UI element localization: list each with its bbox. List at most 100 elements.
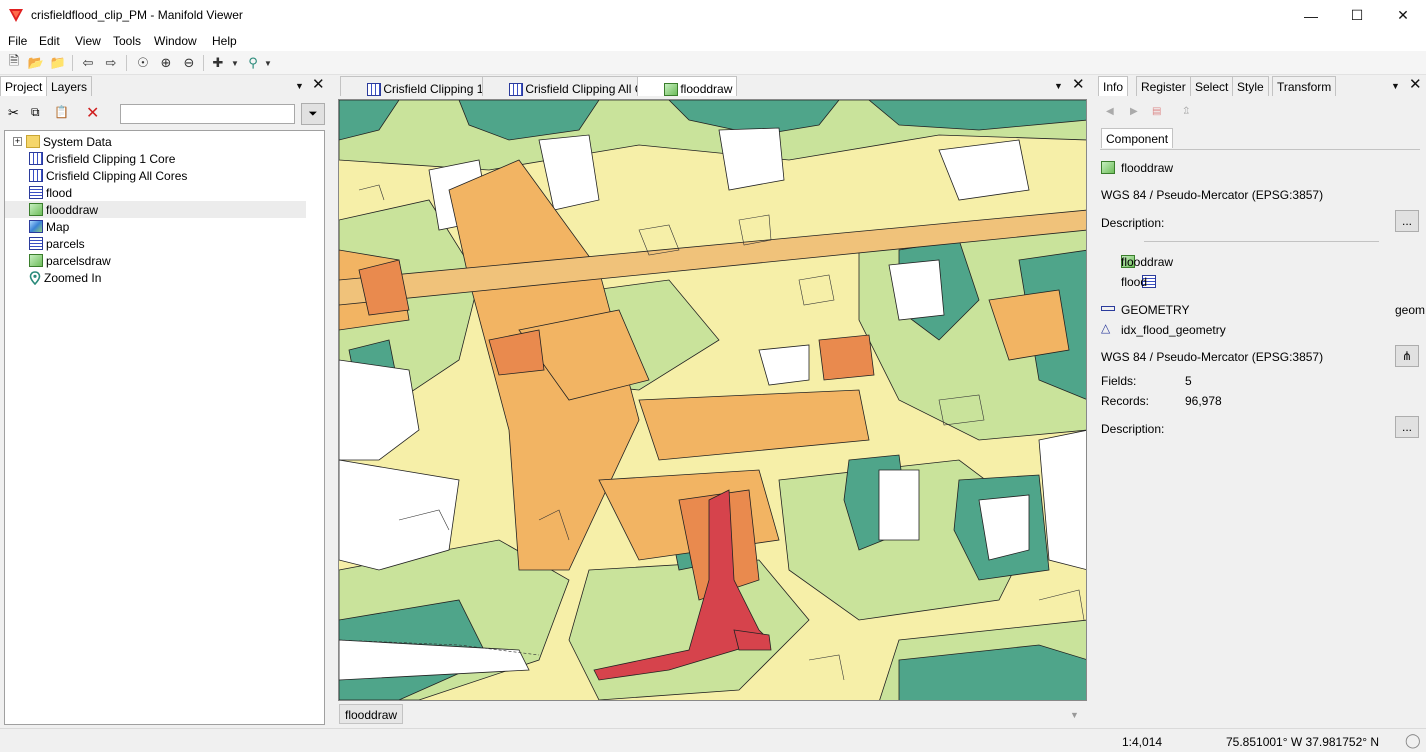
panel-menu-chevron-icon[interactable]: ▼: [295, 81, 304, 91]
tree-item-flood[interactable]: flood: [5, 184, 306, 201]
tab-style[interactable]: Style: [1232, 76, 1269, 96]
cursor-coordinates: 75.851001° W 37.981752° N: [1226, 735, 1380, 749]
tab-flooddraw[interactable]: flooddraw: [637, 76, 738, 96]
divider: [1144, 241, 1379, 242]
menu-window[interactable]: Window: [154, 34, 197, 48]
maximize-button[interactable]: ☐: [1334, 0, 1380, 31]
tab-layers[interactable]: Layers: [46, 76, 93, 96]
expand-icon[interactable]: +: [13, 137, 22, 146]
tree-item-parcelsdraw[interactable]: parcelsdraw: [5, 252, 306, 269]
zoom-out-icon[interactable]: ⊖: [180, 54, 198, 72]
subtab-component[interactable]: Component: [1101, 128, 1174, 148]
paste-icon[interactable]: 📋: [54, 105, 70, 123]
next-record-icon[interactable]: ▶: [1130, 106, 1138, 117]
add-icon[interactable]: ✚: [209, 54, 227, 72]
description2-edit-button[interactable]: ...: [1395, 416, 1419, 438]
status-bar: 1:4,014 75.851001° W 37.981752° N ◯: [0, 728, 1426, 752]
project-panel: Project Layers ▼ ✕ ✂ ⧉ 📋 ✕ ⏷ + System Da…: [0, 75, 333, 727]
fields-value: 5: [1185, 374, 1192, 388]
records-value: 96,978: [1185, 394, 1222, 408]
tree-item-parcels[interactable]: parcels: [5, 235, 306, 252]
layer-tab-flooddraw[interactable]: flooddraw: [339, 704, 404, 724]
menu-view[interactable]: View: [75, 34, 101, 48]
open-folder-icon[interactable]: 📂: [27, 54, 45, 72]
link-icon[interactable]: ⇬: [1182, 106, 1190, 117]
document-tabs: Crisfield Clipping 1 Core Crisfield Clip…: [337, 75, 1089, 97]
geometry-field-name: GEOMETRY: [1121, 303, 1190, 317]
tab-project[interactable]: Project: [0, 76, 48, 96]
tree-item-zoomed-in[interactable]: Zoomed In: [5, 269, 306, 286]
close-window-button[interactable]: ✕: [1380, 0, 1426, 31]
info-panel-menu-chevron-icon[interactable]: ▼: [1391, 81, 1400, 91]
tab-info[interactable]: Info: [1098, 76, 1129, 96]
panel-close-icon[interactable]: ✕: [312, 75, 325, 93]
map-scale[interactable]: 1:4,014: [1122, 735, 1162, 749]
index-name: idx_flood_geometry: [1121, 323, 1226, 337]
description-label: Description:: [1101, 216, 1165, 230]
zoom-in-icon[interactable]: ⊕: [157, 54, 175, 72]
copy-icon[interactable]: ⧉: [31, 105, 47, 123]
table-icon: [29, 237, 43, 250]
drawing-icon: [29, 203, 43, 216]
menu-tools[interactable]: Tools: [113, 34, 141, 48]
document-menu-chevron-icon[interactable]: ▼: [1054, 81, 1063, 91]
map-icon: [29, 220, 43, 233]
forward-arrow-icon[interactable]: ⇨: [102, 54, 120, 72]
fields-label: Fields:: [1101, 374, 1137, 388]
table-name: flood: [1121, 275, 1148, 289]
document-close-icon[interactable]: ✕: [1072, 75, 1085, 93]
drawing-icon: [1101, 161, 1115, 174]
info-panel-close-icon[interactable]: ✕: [1409, 75, 1422, 93]
crs-button[interactable]: ⋔: [1395, 345, 1419, 367]
drawing-icon: [664, 83, 678, 96]
query-icon: [29, 152, 43, 165]
layer-tabs-chevron-icon[interactable]: ▼: [1070, 710, 1079, 720]
back-arrow-icon[interactable]: ⇦: [79, 54, 97, 72]
description2-label: Description:: [1101, 422, 1165, 436]
menu-file[interactable]: File: [8, 34, 27, 48]
info-panel: Info Register Select Style Transform ▼ ✕…: [1092, 75, 1426, 727]
drawing-name: flooddraw: [1121, 255, 1174, 269]
tree-item-crisfield-clipping-all-cores[interactable]: Crisfield Clipping All Cores: [5, 167, 306, 184]
window-title: crisfieldflood_clip_PM - Manifold Viewer: [31, 8, 243, 22]
add-dropdown-chevron-icon[interactable]: ▼: [226, 54, 244, 72]
drawing-icon: [29, 254, 43, 267]
project-tree: + System Data Crisfield Clipping 1 Core …: [4, 130, 325, 725]
progress-indicator-icon: ◯: [1405, 732, 1421, 748]
toolbar: 🗎 📂 📁 ⇦ ⇨ ☉ ⊕ ⊖ ✚ ▼ ⚲ ▼: [0, 51, 1426, 75]
minimize-button[interactable]: —: [1288, 0, 1334, 31]
map-canvas[interactable]: [338, 99, 1087, 701]
tab-transform[interactable]: Transform: [1272, 76, 1337, 96]
filter-icon[interactable]: ⏷: [301, 103, 325, 125]
menu-edit[interactable]: Edit: [39, 34, 60, 48]
record-table-icon[interactable]: ▤: [1152, 106, 1161, 117]
query-icon: [367, 83, 381, 96]
table-icon: [29, 186, 43, 199]
tree-item-map[interactable]: Map: [5, 218, 306, 235]
filter-input[interactable]: [120, 104, 295, 124]
tab-select[interactable]: Select: [1190, 76, 1234, 96]
tree-item-system-data[interactable]: + System Data: [5, 133, 306, 150]
component-crs: WGS 84 / Pseudo-Mercator (EPSG:3857): [1101, 188, 1324, 202]
flood-drawing-svg: [339, 100, 1086, 700]
location-dropdown-chevron-icon[interactable]: ▼: [259, 54, 277, 72]
new-file-icon[interactable]: 🗎: [5, 53, 23, 72]
prev-record-icon[interactable]: ◀: [1106, 106, 1114, 117]
tab-register[interactable]: Register: [1136, 76, 1191, 96]
table-crs: WGS 84 / Pseudo-Mercator (EPSG:3857): [1101, 350, 1324, 364]
delete-icon[interactable]: ✕: [86, 103, 102, 122]
query-icon: [509, 83, 523, 96]
tree-item-flooddraw[interactable]: flooddraw: [5, 201, 306, 218]
folder-icon: [26, 135, 40, 148]
geometry-field-value: geom: [1395, 303, 1426, 317]
zoom-to-fit-icon[interactable]: ☉: [134, 54, 152, 72]
menu-help[interactable]: Help: [212, 34, 237, 48]
right-panel-tabs: Info Register Select Style Transform ▼ ✕: [1092, 75, 1426, 97]
cut-icon[interactable]: ✂: [8, 105, 24, 123]
tree-item-crisfield-clipping-1-core[interactable]: Crisfield Clipping 1 Core: [5, 150, 306, 167]
title-bar: crisfieldflood_clip_PM - Manifold Viewer…: [0, 0, 1426, 31]
app-logo-icon: [9, 9, 23, 22]
query-icon: [29, 169, 43, 182]
description-edit-button[interactable]: ...: [1395, 210, 1419, 232]
import-icon[interactable]: 📁: [49, 54, 67, 72]
